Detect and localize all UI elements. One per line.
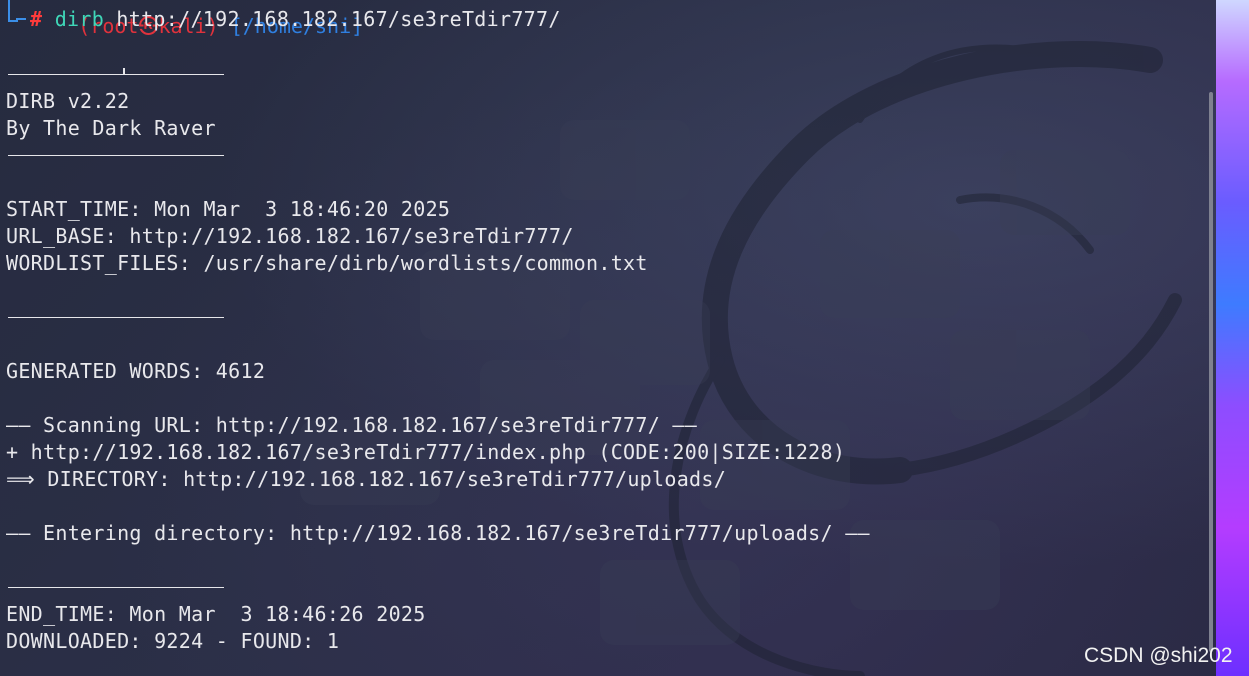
banner-name: DIRB v2.22 xyxy=(6,89,130,113)
start-time: START_TIME: Mon Mar 3 18:46:20 2025 xyxy=(6,197,451,221)
separator-rule xyxy=(8,587,224,588)
generated-words: GENERATED WORDS: 4612 xyxy=(6,359,266,383)
separator-tick xyxy=(123,68,125,74)
found-file: + http://192.168.182.167/se3reTdir777/in… xyxy=(6,440,846,464)
command-argument: http://192.168.182.167/se3reTdir777/ xyxy=(116,7,561,31)
entering-directory: —— Entering directory: http://192.168.18… xyxy=(6,521,870,545)
separator-rule xyxy=(8,317,224,318)
wordlist-files: WORDLIST_FILES: /usr/share/dirb/wordlist… xyxy=(6,251,648,275)
separator-rule xyxy=(8,74,224,75)
scanning-url: —— Scanning URL: http://192.168.182.167/… xyxy=(6,413,698,437)
desktop-background-edge xyxy=(1216,0,1249,676)
directory-found: ⟹ DIRECTORY: http://192.168.182.167/se3r… xyxy=(6,467,727,491)
command-line: # dirb http://192.168.182.167/se3reTdir7… xyxy=(30,6,561,33)
scrollbar-thumb[interactable] xyxy=(1209,92,1213,652)
end-time: END_TIME: Mon Mar 3 18:46:26 2025 xyxy=(6,602,426,626)
command-name: dirb xyxy=(54,7,105,31)
downloaded-summary: DOWNLOADED: 9224 - FOUND: 1 xyxy=(6,629,340,653)
banner-author: By The Dark Raver xyxy=(6,116,216,140)
terminal-output[interactable]: (root㉿kali) [/home/shi] # dirb http://19… xyxy=(6,0,1206,676)
prompt-hash: # xyxy=(30,7,43,31)
url-base: URL_BASE: http://192.168.182.167/se3reTd… xyxy=(6,224,574,248)
terminal-window[interactable]: (root㉿kali) [/home/shi] # dirb http://19… xyxy=(0,0,1249,676)
csdn-watermark: CSDN @shi202 xyxy=(1084,644,1233,667)
prompt-dash-line xyxy=(16,18,26,20)
separator-rule xyxy=(8,155,224,156)
